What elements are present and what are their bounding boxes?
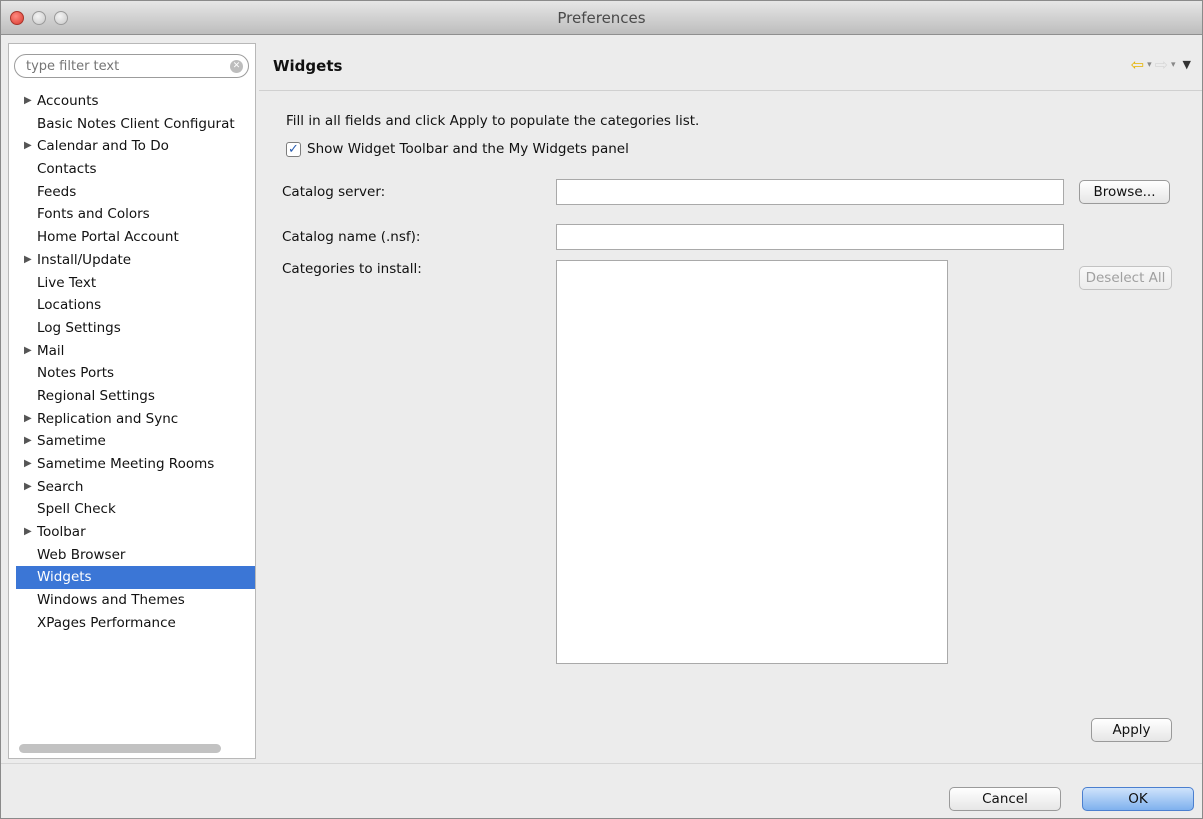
sidebar-item-label: Sametime <box>37 433 106 450</box>
sidebar-item-label: Contacts <box>37 161 97 178</box>
ok-button[interactable]: OK <box>1082 787 1194 811</box>
expand-arrow-icon[interactable]: ▶ <box>24 453 32 476</box>
back-arrow-icon[interactable]: ⇦ <box>1131 57 1144 73</box>
expand-arrow-icon[interactable]: ▶ <box>24 430 32 453</box>
history-nav: ⇦ ▾ ⇨ ▾ ▼ <box>1131 57 1191 73</box>
sidebar-item-label: Regional Settings <box>37 387 155 404</box>
sidebar-item-label: Toolbar <box>37 524 86 541</box>
sidebar-item[interactable]: XPages Performance <box>23 612 255 635</box>
sidebar-item[interactable]: ▶ Mail <box>23 340 255 363</box>
preferences-sidebar: ✕ ▶ Accounts Basic Notes Client Configurat… <box>8 43 256 759</box>
sidebar-item[interactable]: ▶ Search <box>23 476 255 499</box>
catalog-name-input[interactable] <box>557 225 1063 249</box>
sidebar-item-label: Notes Ports <box>37 365 115 382</box>
expand-arrow-icon[interactable]: ▶ <box>24 249 32 272</box>
sidebar-item-label: Calendar and To Do <box>37 138 169 155</box>
sidebar-item-label: Locations <box>37 297 102 314</box>
sidebar-item-label: Spell Check <box>37 501 116 518</box>
sidebar-item[interactable]: Notes Ports <box>23 362 255 385</box>
expand-arrow-icon[interactable]: ▶ <box>24 135 32 158</box>
cancel-button[interactable]: Cancel <box>949 787 1061 811</box>
sidebar-item-label: Web Browser <box>37 546 126 563</box>
show-toolbar-option[interactable]: ✓ Show Widget Toolbar and the My Widgets… <box>286 141 629 157</box>
panel-header: Widgets ⇦ ▾ ⇨ ▾ ▼ <box>259 43 1202 91</box>
expand-arrow-icon[interactable]: ▶ <box>24 476 32 499</box>
window-title: Preferences <box>557 9 646 27</box>
sidebar-item-label: Search <box>37 478 84 495</box>
sidebar-item[interactable]: ▶ Sametime <box>23 430 255 453</box>
sidebar-item[interactable]: Windows and Themes <box>23 589 255 612</box>
sidebar-item-label: Replication and Sync <box>37 410 179 427</box>
sidebar-item[interactable]: Home Portal Account <box>23 226 255 249</box>
expand-arrow-icon[interactable]: ▶ <box>24 340 32 363</box>
preferences-window: Preferences ✕ ▶ Accounts Basic Notes Clien… <box>0 0 1203 819</box>
forward-dropdown-icon[interactable]: ▾ <box>1171 57 1176 73</box>
sidebar-item-label: Live Text <box>37 274 97 291</box>
deselect-all-button[interactable]: Deselect All <box>1079 266 1172 290</box>
filter-input[interactable] <box>26 58 216 75</box>
dialog-footer: Cancel OK <box>1 763 1202 818</box>
sidebar-item[interactable]: Widgets <box>16 566 255 590</box>
catalog-server-field <box>556 179 1064 205</box>
filter-field: ✕ <box>14 54 249 78</box>
sidebar-item[interactable]: Live Text <box>23 272 255 295</box>
sidebar-item[interactable]: Spell Check <box>23 498 255 521</box>
categories-list[interactable] <box>556 260 948 664</box>
sidebar-item[interactable]: Fonts and Colors <box>23 203 255 226</box>
sidebar-item-label: Basic Notes Client Configurat <box>37 115 235 132</box>
sidebar-item[interactable]: Regional Settings <box>23 385 255 408</box>
expand-arrow-icon[interactable]: ▶ <box>24 90 32 113</box>
back-dropdown-icon[interactable]: ▾ <box>1147 57 1152 73</box>
sidebar-item[interactable]: ▶ Sametime Meeting Rooms <box>23 453 255 476</box>
sidebar-item-label: XPages Performance <box>37 614 176 631</box>
intro-text: Fill in all fields and click Apply to po… <box>286 113 700 129</box>
show-toolbar-label: Show Widget Toolbar and the My Widgets p… <box>307 141 629 157</box>
widgets-preferences-panel: Fill in all fields and click Apply to po… <box>259 91 1202 761</box>
expand-arrow-icon[interactable]: ▶ <box>24 521 32 544</box>
sidebar-item-label: Sametime Meeting Rooms <box>37 456 215 472</box>
sidebar-item-label: Widgets <box>37 569 92 586</box>
catalog-name-field <box>556 224 1064 250</box>
catalog-server-label: Catalog server: <box>282 184 386 200</box>
sidebar-item-label: Feeds <box>37 183 77 200</box>
preferences-tree: ▶ Accounts Basic Notes Client Configurat ▶ C… <box>16 90 255 635</box>
sidebar-item[interactable]: Web Browser <box>23 544 255 567</box>
view-menu-icon[interactable]: ▼ <box>1183 57 1191 73</box>
panel-title: Widgets <box>273 57 343 75</box>
catalog-name-label: Catalog name (.nsf): <box>282 229 421 245</box>
forward-arrow-icon[interactable]: ⇨ <box>1155 57 1168 73</box>
expand-arrow-icon[interactable]: ▶ <box>24 408 32 431</box>
apply-button[interactable]: Apply <box>1091 718 1172 742</box>
sidebar-item[interactable]: ▶ Accounts <box>23 90 255 113</box>
sidebar-item-label: Fonts and Colors <box>37 206 150 223</box>
sidebar-item-label: Windows and Themes <box>37 592 185 609</box>
sidebar-item-label: Log Settings <box>37 319 121 336</box>
sidebar-item[interactable]: Locations <box>23 294 255 317</box>
sidebar-item[interactable]: ▶ Install/Update <box>23 249 255 272</box>
categories-label: Categories to install: <box>282 261 422 277</box>
show-toolbar-checkbox[interactable]: ✓ <box>286 141 301 157</box>
sidebar-item-label: Mail <box>37 342 65 359</box>
sidebar-item[interactable]: ▶ Replication and Sync <box>23 408 255 431</box>
sidebar-item[interactable]: ▶ Calendar and To Do <box>23 135 255 158</box>
browse-button[interactable]: Browse... <box>1079 180 1170 204</box>
clear-filter-icon[interactable]: ✕ <box>230 60 243 73</box>
sidebar-item-label: Home Portal Account <box>37 229 179 246</box>
horizontal-scrollbar[interactable] <box>19 744 221 753</box>
sidebar-item[interactable]: Log Settings <box>23 317 255 340</box>
sidebar-item[interactable]: Feeds <box>23 181 255 204</box>
sidebar-item[interactable]: Basic Notes Client Configurat <box>23 113 255 136</box>
sidebar-item[interactable]: ▶ Toolbar <box>23 521 255 544</box>
title-bar: Preferences <box>1 1 1202 35</box>
sidebar-item[interactable]: Contacts <box>23 158 255 181</box>
sidebar-item-label: Accounts <box>37 93 99 109</box>
catalog-server-input[interactable] <box>557 180 1063 204</box>
sidebar-item-label: Install/Update <box>37 251 132 268</box>
